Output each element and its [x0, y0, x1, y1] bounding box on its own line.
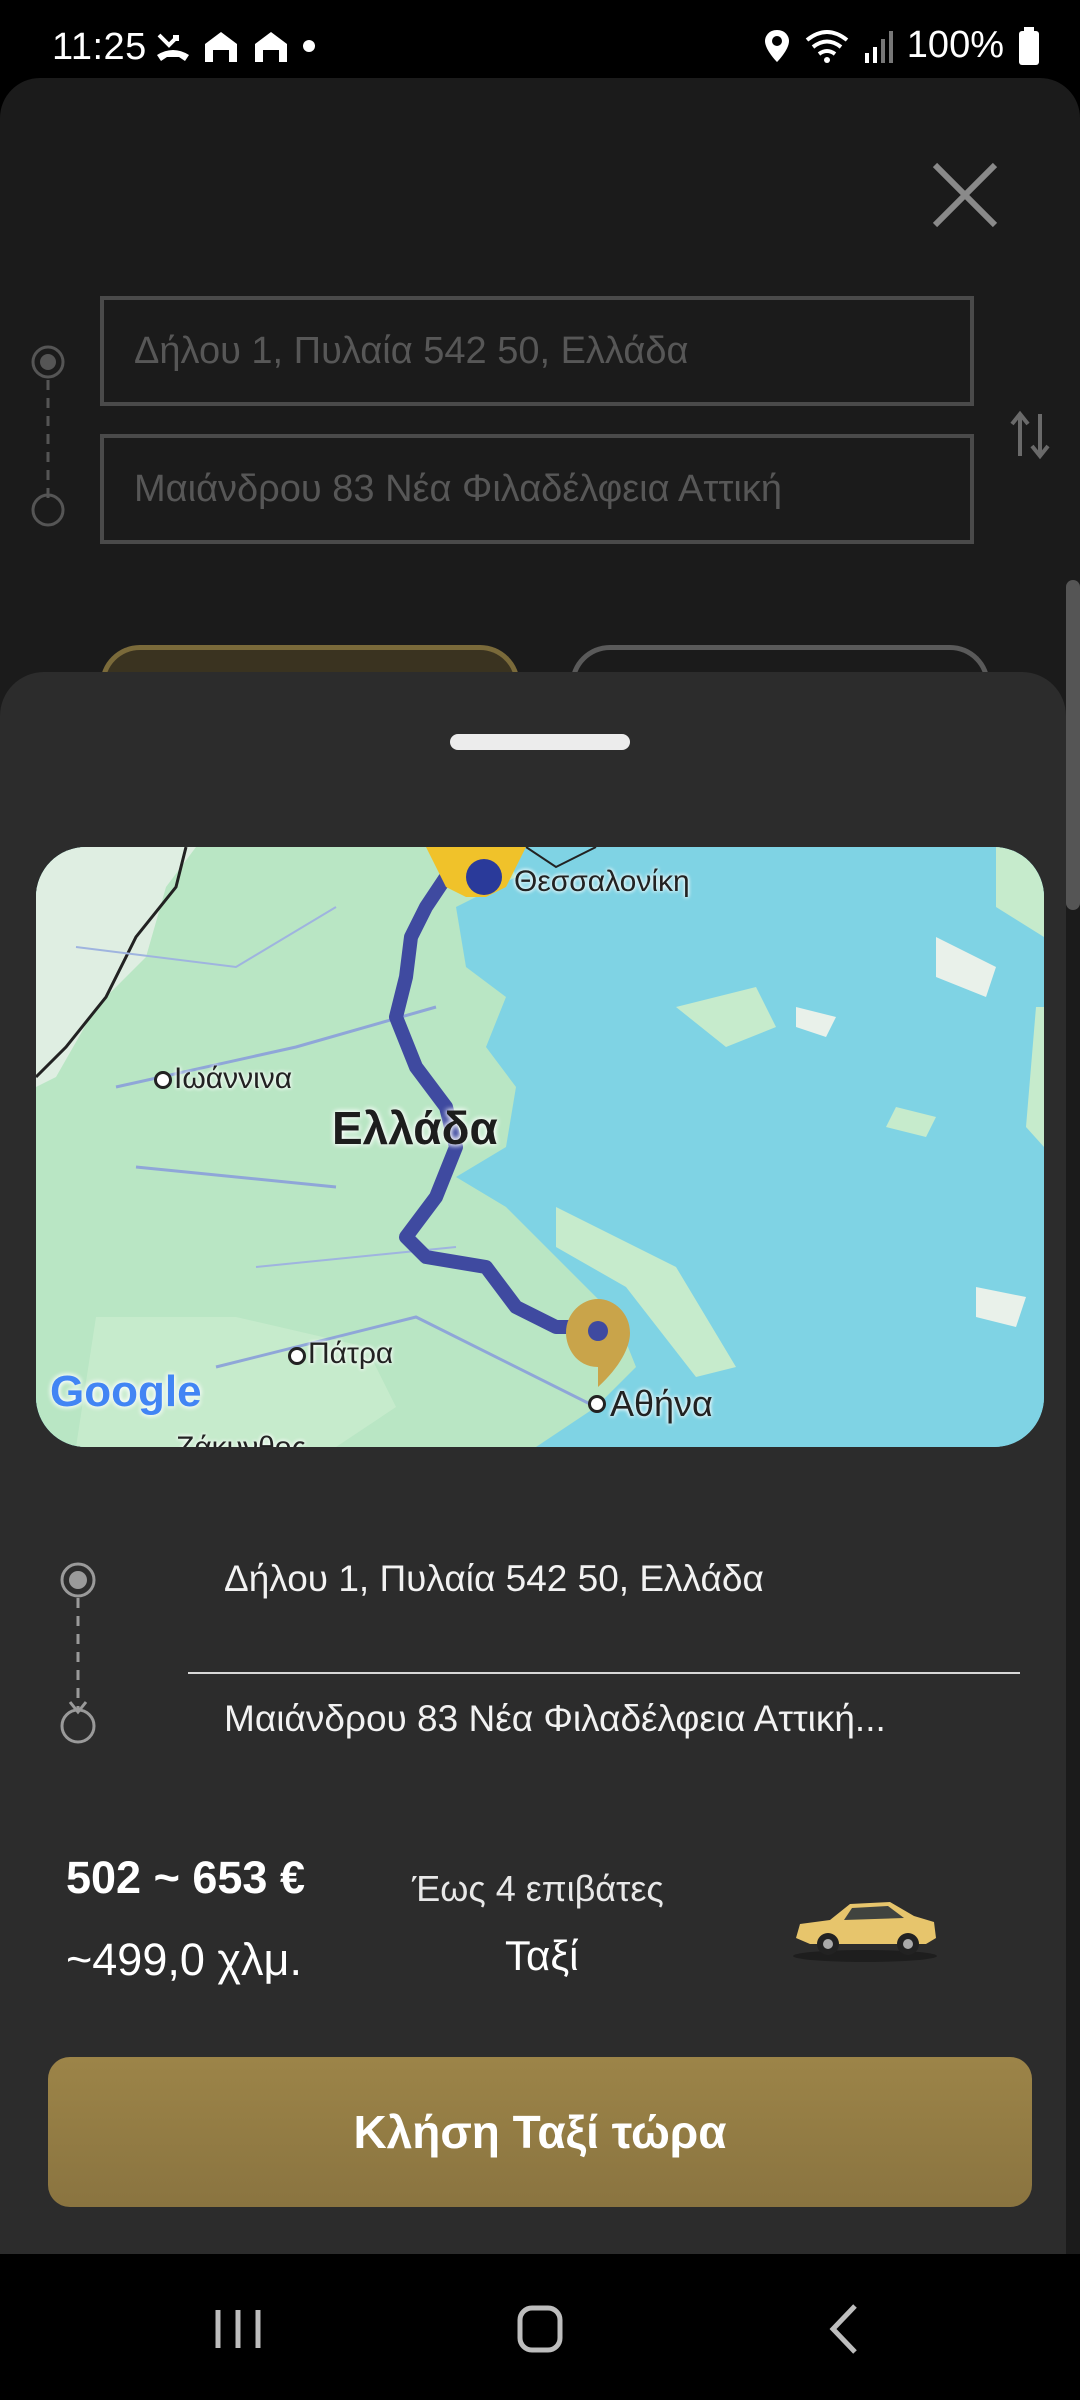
pickup-address[interactable]: Δήλου 1, Πυλαία 542 50, Ελλάδα [224, 1558, 764, 1600]
city-dot-ioannina [154, 1071, 172, 1089]
status-bar: 11:25 100% [0, 0, 1080, 78]
google-logo: Google [50, 1367, 202, 1416]
trip-distance: ~499,0 χλμ. [66, 1934, 302, 1985]
route-divider [188, 1672, 1020, 1674]
recent-apps-icon[interactable] [198, 2294, 278, 2364]
missed-call-icon [157, 33, 189, 61]
route-connector-icon [31, 345, 65, 527]
bottom-sheet: Θεσσαλονίκη Ιωάννινα Ελλάδα Πάτρα Αθήνα … [0, 672, 1066, 2254]
city-dot-patra [288, 1347, 306, 1365]
close-icon[interactable] [920, 150, 1010, 240]
home-icon [205, 32, 237, 62]
back-icon[interactable] [805, 2294, 885, 2364]
call-taxi-button[interactable]: Κλήση Ταξί τώρα [48, 2057, 1032, 2207]
map-graphic [36, 847, 1044, 1447]
system-navigation-bar [0, 2254, 1080, 2400]
route-connector-icon [60, 1562, 96, 1744]
route-map[interactable]: Θεσσαλονίκη Ιωάννινα Ελλάδα Πάτρα Αθήνα … [36, 847, 1044, 1447]
vehicle-type: Ταξί [505, 1932, 579, 1979]
home-icon [255, 32, 287, 62]
location-icon [764, 29, 789, 62]
signal-icon [864, 30, 893, 63]
price-range: 502 ~ 653 € [66, 1852, 305, 1903]
scroll-indicator [1066, 580, 1080, 910]
map-label-zakynthos: Ζάκυνθος [176, 1431, 306, 1447]
status-right: 100% [763, 24, 1040, 67]
route-summary: Δήλου 1, Πυλαία 542 50, Ελλάδα Μαιάνδρου… [0, 1552, 1066, 1812]
dropoff-field[interactable]: Μαιάνδρου 83 Νέα Φιλαδέλφεια Αττική [100, 434, 974, 544]
status-left-icons [155, 28, 317, 64]
drag-handle[interactable] [450, 734, 630, 750]
dropoff-address[interactable]: Μαιάνδρου 83 Νέα Φιλαδέλφεια Αττική... [224, 1698, 886, 1740]
map-label-patra: Πάτρα [308, 1337, 394, 1370]
map-label-ioannina: Ιωάννινα [174, 1062, 293, 1095]
pickup-field[interactable]: Δήλου 1, Πυλαία 542 50, Ελλάδα [100, 296, 974, 406]
wifi-icon [805, 29, 849, 63]
dot-icon [303, 40, 315, 52]
taxi-car-icon[interactable] [790, 1886, 940, 1966]
map-label-athina: Αθήνα [610, 1383, 713, 1424]
battery-percent: 100% [906, 24, 1004, 66]
map-label-thessaloniki: Θεσσαλονίκη [514, 865, 690, 898]
battery-icon [1019, 26, 1039, 65]
status-time: 11:25 [52, 26, 147, 68]
passenger-capacity: Έως 4 επιβάτες [412, 1868, 664, 1909]
home-button-icon[interactable] [500, 2294, 580, 2364]
city-dot-athina [588, 1395, 606, 1413]
swap-icon[interactable] [1008, 410, 1052, 460]
map-country-label: Ελλάδα [332, 1102, 498, 1154]
